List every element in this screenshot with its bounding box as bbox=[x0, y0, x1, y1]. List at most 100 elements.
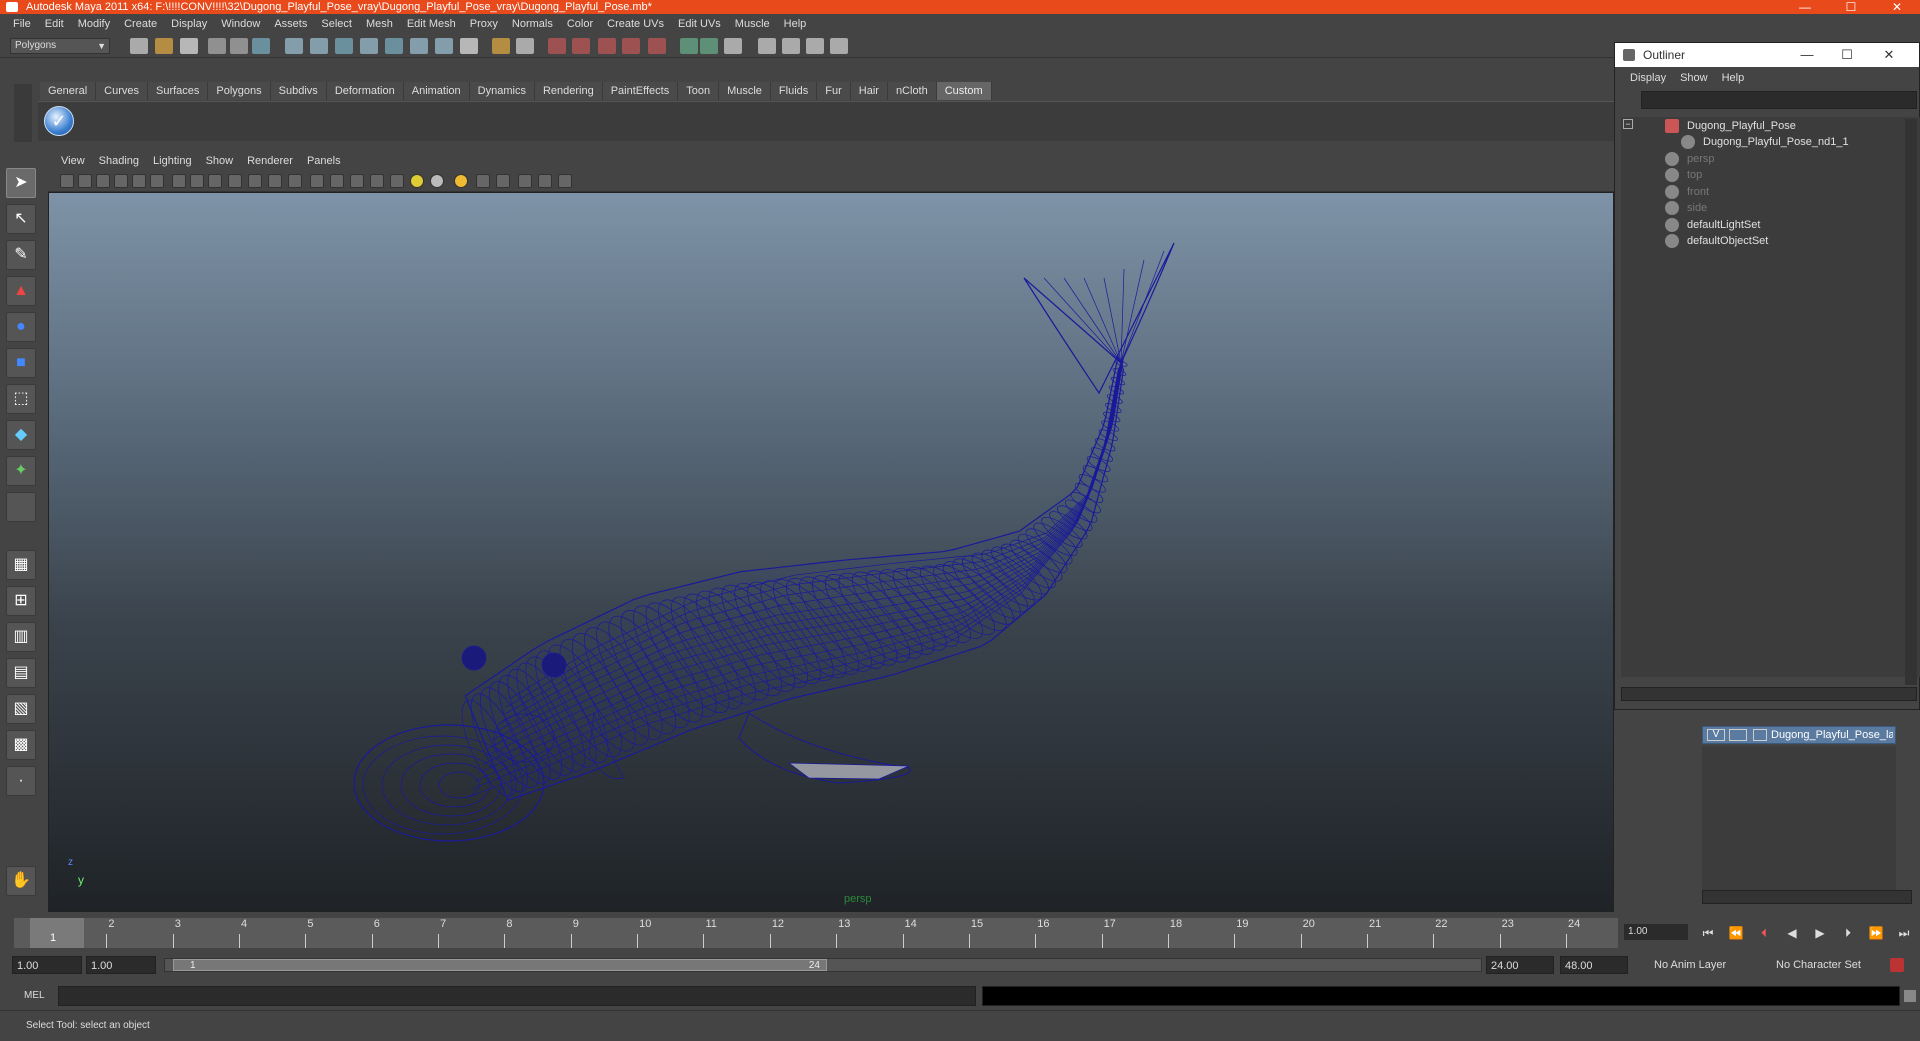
viewport-toolbar-icon[interactable] bbox=[172, 174, 186, 188]
viewport-toolbar-icon[interactable] bbox=[150, 174, 164, 188]
shelf-tab-dynamics[interactable]: Dynamics bbox=[469, 82, 535, 100]
collapse-toggle-icon[interactable]: − bbox=[1623, 119, 1633, 129]
outliner-item[interactable]: top bbox=[1665, 166, 1702, 184]
shelf-tab-ncloth[interactable]: nCloth bbox=[887, 82, 937, 100]
play-backward-button[interactable]: ◀ bbox=[1780, 924, 1804, 942]
status-line-tool-icon[interactable] bbox=[830, 38, 848, 54]
status-line-tool-icon[interactable] bbox=[724, 38, 742, 54]
status-line-tool-icon[interactable] bbox=[782, 38, 800, 54]
menu-select[interactable]: Select bbox=[314, 14, 359, 34]
shelf-tab-toon[interactable]: Toon bbox=[678, 82, 720, 100]
status-line-tool-icon[interactable] bbox=[622, 38, 640, 54]
outliner-maximize-button[interactable]: ☐ bbox=[1827, 43, 1867, 67]
outliner-menu-show[interactable]: Show bbox=[1673, 72, 1715, 84]
outliner-item[interactable]: side bbox=[1665, 199, 1707, 217]
viewport-toolbar-icon[interactable] bbox=[60, 174, 74, 188]
move-tool-button[interactable]: ▲ bbox=[6, 276, 36, 306]
shelf-tab-rendering[interactable]: Rendering bbox=[534, 82, 603, 100]
universal-manipulator-button[interactable]: ⬚ bbox=[6, 384, 36, 414]
shelf-tab-painteffects[interactable]: PaintEffects bbox=[602, 82, 679, 100]
status-line-tool-icon[interactable] bbox=[680, 38, 698, 54]
shelf-tab-subdivs[interactable]: Subdivs bbox=[270, 82, 327, 100]
viewport-toolbar-icon[interactable] bbox=[96, 174, 110, 188]
last-tool-button[interactable] bbox=[6, 492, 36, 522]
outliner-menu-display[interactable]: Display bbox=[1623, 72, 1673, 84]
status-line-tool-icon[interactable] bbox=[285, 38, 303, 54]
layer-color-swatch[interactable] bbox=[1753, 729, 1767, 741]
persp-outliner-layout-button[interactable]: ▥ bbox=[6, 622, 36, 652]
viewport-toolbar-icon[interactable] bbox=[518, 174, 532, 188]
go-to-start-button[interactable]: ⏮ bbox=[1696, 924, 1720, 942]
menu-window[interactable]: Window bbox=[214, 14, 267, 34]
status-line-tool-icon[interactable] bbox=[758, 38, 776, 54]
outliner-menu-help[interactable]: Help bbox=[1715, 72, 1752, 84]
shelf-tab-custom[interactable]: Custom bbox=[936, 82, 992, 100]
viewport-toolbar-icon[interactable] bbox=[454, 174, 468, 188]
layer-row[interactable]: V Dugong_Playful_Pose_layer bbox=[1702, 726, 1896, 744]
viewport-toolbar-icon[interactable] bbox=[350, 174, 364, 188]
viewport-toolbar-icon[interactable] bbox=[114, 174, 128, 188]
shelf-tab-fur[interactable]: Fur bbox=[817, 82, 851, 100]
shelf-tab-surfaces[interactable]: Surfaces bbox=[147, 82, 209, 100]
status-line-tool-icon[interactable] bbox=[516, 38, 534, 54]
current-frame-marker[interactable]: 1 bbox=[30, 918, 84, 948]
shelf-tab-fluids[interactable]: Fluids bbox=[770, 82, 818, 100]
persp-graph-layout-button[interactable]: ▤ bbox=[6, 658, 36, 688]
play-forward-button[interactable]: ▶ bbox=[1808, 924, 1832, 942]
outliner-minimize-button[interactable]: — bbox=[1787, 43, 1827, 67]
viewport-toolbar-icon[interactable] bbox=[558, 174, 572, 188]
step-forward-key-button[interactable]: ⏩ bbox=[1864, 924, 1888, 942]
viewport-toolbar-icon[interactable] bbox=[78, 174, 92, 188]
lasso-tool-button[interactable]: ↖ bbox=[6, 204, 36, 234]
viewport-toolbar-icon[interactable] bbox=[208, 174, 222, 188]
maximize-button[interactable]: ☐ bbox=[1828, 0, 1874, 14]
playback-end-field[interactable]: 24.00 bbox=[1486, 956, 1554, 974]
status-line-tool-icon[interactable] bbox=[360, 38, 378, 54]
menu-normals[interactable]: Normals bbox=[505, 14, 560, 34]
viewport-toolbar-icon[interactable] bbox=[248, 174, 262, 188]
command-input[interactable] bbox=[58, 986, 976, 1006]
menu-muscle[interactable]: Muscle bbox=[728, 14, 777, 34]
viewport-toolbar-icon[interactable] bbox=[496, 174, 510, 188]
single-perspective-layout-button[interactable]: ▦ bbox=[6, 550, 36, 580]
close-button[interactable]: ✕ bbox=[1874, 0, 1920, 14]
perspective-viewport[interactable]: z y persp bbox=[48, 192, 1614, 912]
end-time-field[interactable]: 48.00 bbox=[1560, 956, 1628, 974]
layer-visibility-toggle[interactable]: V bbox=[1707, 729, 1725, 741]
outliner-search-input[interactable] bbox=[1641, 91, 1917, 109]
shelf-tab-deformation[interactable]: Deformation bbox=[326, 82, 404, 100]
status-line-tool-icon[interactable] bbox=[180, 38, 198, 54]
status-line-tool-icon[interactable] bbox=[548, 38, 566, 54]
status-line-tool-icon[interactable] bbox=[700, 38, 718, 54]
menu-file[interactable]: File bbox=[6, 14, 38, 34]
menu-create[interactable]: Create bbox=[117, 14, 164, 34]
status-line-tool-icon[interactable] bbox=[130, 38, 148, 54]
show-manipulator-button[interactable]: ✦ bbox=[6, 456, 36, 486]
viewport-menu-lighting[interactable]: Lighting bbox=[146, 155, 199, 167]
status-line-tool-icon[interactable] bbox=[335, 38, 353, 54]
viewport-menu-shading[interactable]: Shading bbox=[92, 155, 146, 167]
outliner-close-button[interactable]: ✕ bbox=[1869, 43, 1909, 67]
step-forward-frame-button[interactable]: ⏵ bbox=[1836, 924, 1860, 942]
shelf-tab-hair[interactable]: Hair bbox=[850, 82, 888, 100]
shelf-tab-animation[interactable]: Animation bbox=[403, 82, 470, 100]
menu-edit-mesh[interactable]: Edit Mesh bbox=[400, 14, 463, 34]
step-back-key-button[interactable]: ⏪ bbox=[1724, 924, 1748, 942]
script-editor-icon[interactable] bbox=[1904, 990, 1916, 1002]
viewport-toolbar-icon[interactable] bbox=[410, 174, 424, 188]
anim-layer-dropdown[interactable]: No Anim Layer bbox=[1650, 956, 1750, 974]
viewport-toolbar-icon[interactable] bbox=[538, 174, 552, 188]
shelf-tab-polygons[interactable]: Polygons bbox=[208, 82, 271, 100]
menu-proxy[interactable]: Proxy bbox=[463, 14, 505, 34]
menu-edit[interactable]: Edit bbox=[38, 14, 71, 34]
persp-hypershade-layout-button[interactable]: ▧ bbox=[6, 694, 36, 724]
dugong-wireframe-mesh[interactable] bbox=[49, 193, 1614, 912]
status-line-tool-icon[interactable] bbox=[208, 38, 226, 54]
shelf-tab-general[interactable]: General bbox=[40, 82, 97, 100]
viewport-menu-show[interactable]: Show bbox=[199, 155, 241, 167]
status-line-tool-icon[interactable] bbox=[598, 38, 616, 54]
soft-modification-button[interactable]: ◆ bbox=[6, 420, 36, 450]
layer-playback-toggle[interactable] bbox=[1729, 729, 1747, 741]
range-slider[interactable]: 1 24 bbox=[164, 958, 1482, 972]
status-line-tool-icon[interactable] bbox=[410, 38, 428, 54]
